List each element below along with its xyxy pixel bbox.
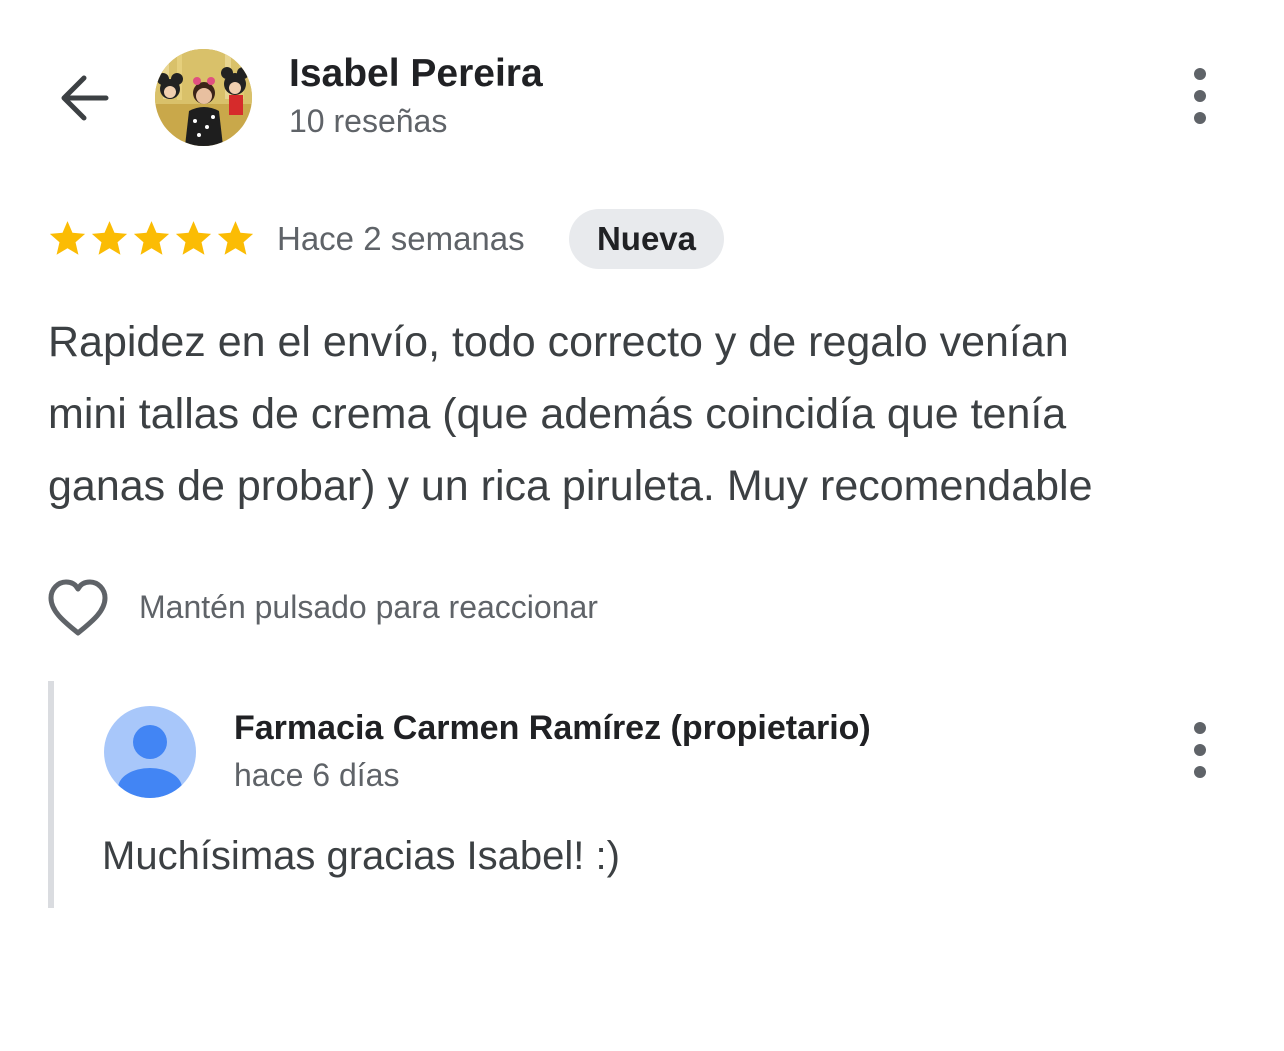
review-text-line: Rapidez en el envío, todo correcto y de … <box>48 318 1069 366</box>
back-button[interactable] <box>48 62 120 134</box>
star-icon <box>175 221 212 255</box>
owner-name: Farmacia Carmen Ramírez (propietario) <box>234 709 871 747</box>
reply-more-options-button[interactable] <box>1180 712 1220 792</box>
more-vert-icon <box>1194 722 1206 778</box>
review-date: Hace 2 semanas <box>277 220 525 257</box>
review-text-line: mini tallas de crema (que además coincid… <box>48 390 1067 438</box>
review-text: Rapidez en el envío, todo correcto y de … <box>48 306 1248 522</box>
star-icon <box>91 221 128 255</box>
reviewer-review-count[interactable]: 10 reseñas <box>289 103 447 140</box>
new-badge: Nueva <box>569 209 724 269</box>
review-text-line: ganas de probar) y un rica piruleta. Muy… <box>48 462 1093 510</box>
star-icon <box>49 221 86 255</box>
owner-reply-text: Muchísimas gracias Isabel! :) <box>102 834 620 878</box>
more-options-button[interactable] <box>1180 58 1220 138</box>
arrow-left-icon <box>61 75 109 121</box>
react-button[interactable] <box>46 578 110 638</box>
owner-avatar[interactable] <box>104 706 196 798</box>
more-vert-icon <box>1194 68 1206 124</box>
reviewer-name[interactable]: Isabel Pereira <box>289 52 543 96</box>
react-hint: Mantén pulsado para reaccionar <box>139 589 598 625</box>
reviewer-avatar[interactable] <box>155 49 252 146</box>
person-icon <box>118 725 182 798</box>
owner-reply-date: hace 6 días <box>234 757 400 793</box>
reply-divider <box>48 681 54 908</box>
star-icon <box>217 221 254 255</box>
star-rating <box>47 218 256 262</box>
heart-outline-icon <box>48 579 108 636</box>
star-icon <box>133 221 170 255</box>
